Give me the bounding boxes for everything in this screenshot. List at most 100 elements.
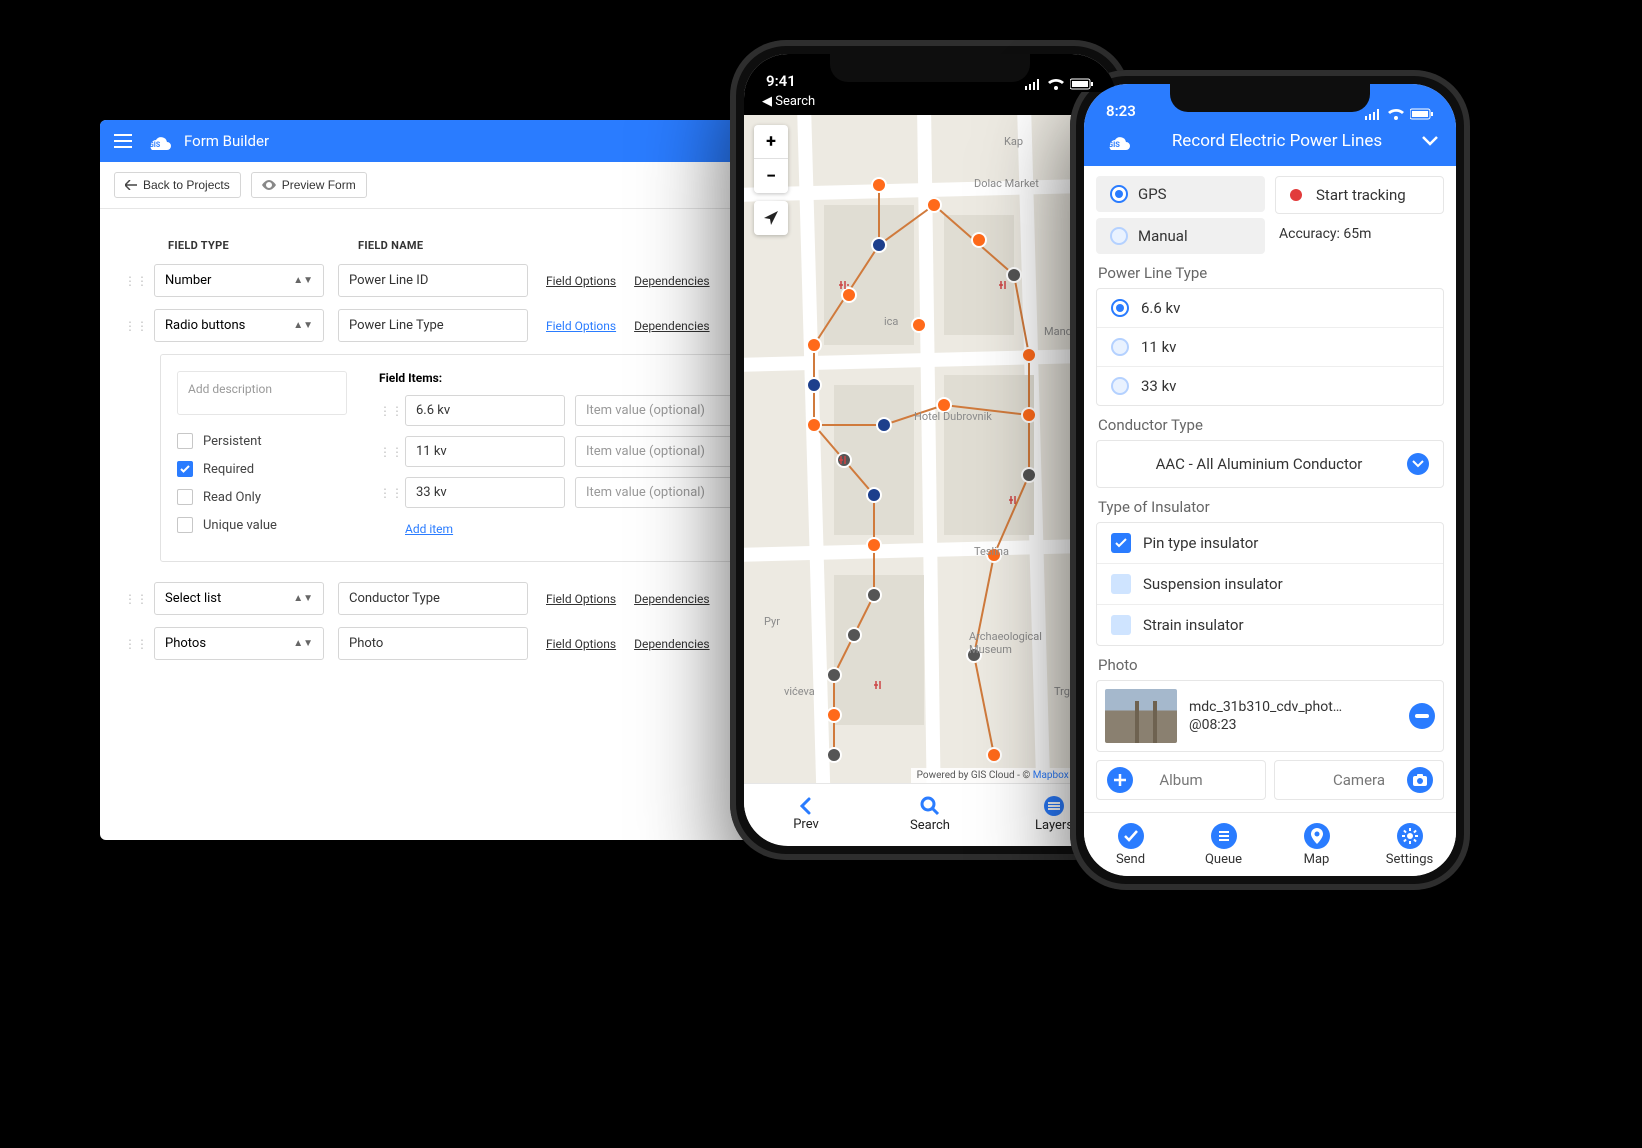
remove-photo-button[interactable] (1409, 703, 1435, 729)
field-type-select[interactable]: Number ▲▼ (154, 264, 324, 297)
unique-checkbox[interactable]: Unique value (177, 517, 347, 533)
power-line-type-radio-group: 6.6 kv 11 kv 33 kv (1096, 288, 1444, 406)
zoom-in-button[interactable]: + (754, 125, 788, 159)
radio-off-icon (1110, 227, 1128, 245)
insulator-option[interactable]: Suspension insulator (1097, 564, 1443, 605)
wifi-icon (1048, 78, 1064, 90)
gps-option[interactable]: GPS (1096, 176, 1265, 212)
chevron-left-icon (797, 797, 815, 815)
radio-on-icon (1110, 185, 1128, 203)
persistent-checkbox[interactable]: Persistent (177, 433, 347, 449)
signal-icon (1024, 78, 1042, 90)
mapbox-link[interactable]: Mapbox (1033, 770, 1069, 781)
item-label-input[interactable]: 33 kv (405, 477, 565, 508)
map-label: Hotel Dubrovnik (914, 410, 992, 423)
sort-caret-icon: ▲▼ (293, 638, 313, 649)
insulator-option[interactable]: Pin type insulator (1097, 523, 1443, 564)
dependencies-link[interactable]: Dependencies (634, 592, 709, 606)
header-title: Form Builder (184, 132, 269, 150)
map-label: ica (884, 315, 898, 328)
field-options-link[interactable]: Field Options (546, 274, 616, 288)
item-value-input[interactable]: Item value (optional) (575, 395, 755, 426)
signal-icon (1364, 108, 1382, 120)
accuracy-text: Accuracy: 65m (1275, 220, 1444, 242)
map-tab[interactable]: Map (1270, 813, 1363, 876)
start-tracking-button[interactable]: Start tracking (1275, 176, 1444, 214)
conductor-type-select[interactable]: AAC - All Aluminium Conductor (1096, 440, 1444, 488)
field-type-select[interactable]: Radio buttons ▲▼ (154, 309, 324, 342)
plus-icon (1107, 767, 1133, 793)
album-button[interactable]: Album (1096, 760, 1266, 800)
item-value-input[interactable]: Item value (optional) (575, 436, 755, 467)
field-name-input[interactable]: Power Line ID (338, 264, 528, 297)
plt-option[interactable]: 11 kv (1097, 328, 1443, 367)
zoom-out-button[interactable]: − (754, 159, 788, 193)
map-canvas[interactable]: + − (744, 115, 1116, 783)
drag-handle-icon[interactable]: ⋮⋮ (379, 486, 395, 500)
field-options-link[interactable]: Field Options (546, 319, 616, 333)
back-to-projects-button[interactable]: Back to Projects (114, 172, 241, 198)
battery-icon (1410, 108, 1434, 120)
wifi-icon (1388, 108, 1404, 120)
camera-button[interactable]: Camera (1274, 760, 1444, 800)
chevron-down-icon[interactable] (1422, 136, 1438, 146)
drag-handle-icon[interactable]: ⋮⋮ (379, 445, 395, 459)
map-label: Dolac Market (974, 177, 1039, 190)
checkbox-off-icon (1111, 615, 1131, 635)
phone-notch (830, 54, 1030, 82)
drag-handle-icon[interactable]: ⋮⋮ (379, 404, 395, 418)
status-time: 9:41 (766, 72, 796, 90)
form-screen-header: GIS Record Electric Power Lines (1084, 122, 1456, 166)
back-search-link[interactable]: ◀ Search (744, 92, 1116, 115)
field-type-select[interactable]: Select list ▲▼ (154, 582, 324, 615)
dependencies-link[interactable]: Dependencies (634, 637, 709, 651)
gear-icon (1397, 823, 1423, 849)
chevron-down-icon (1407, 453, 1429, 475)
checkbox-off-icon (1111, 574, 1131, 594)
field-options-link[interactable]: Field Options (546, 592, 616, 606)
locate-button[interactable] (754, 201, 788, 235)
phone-notch (1170, 84, 1370, 112)
dependencies-link[interactable]: Dependencies (634, 319, 709, 333)
dependencies-link[interactable]: Dependencies (634, 274, 709, 288)
field-name-input[interactable]: Power Line Type (338, 309, 528, 342)
required-checkbox[interactable]: Required (177, 461, 347, 477)
record-icon (1290, 189, 1302, 201)
pin-icon (1304, 823, 1330, 849)
plt-option[interactable]: 33 kv (1097, 367, 1443, 405)
settings-tab[interactable]: Settings (1363, 813, 1456, 876)
drag-handle-icon[interactable]: ⋮⋮ (124, 274, 144, 288)
svg-text:GIS: GIS (1108, 140, 1120, 149)
add-item-link[interactable]: Add item (405, 522, 453, 536)
map-svg (744, 115, 1116, 783)
queue-tab[interactable]: Queue (1177, 813, 1270, 876)
prev-tab[interactable]: Prev (744, 784, 868, 845)
section-label: Photo (1098, 656, 1442, 674)
plt-option[interactable]: 6.6 kv (1097, 289, 1443, 328)
arrow-left-icon (125, 180, 137, 190)
manual-option[interactable]: Manual (1096, 218, 1265, 254)
drag-handle-icon[interactable]: ⋮⋮ (124, 637, 144, 651)
field-name-input[interactable]: Photo (338, 627, 528, 660)
menu-icon[interactable] (114, 134, 132, 148)
description-textarea[interactable]: Add description (177, 371, 347, 415)
field-type-select[interactable]: Photos ▲▼ (154, 627, 324, 660)
insulator-option[interactable]: Strain insulator (1097, 605, 1443, 645)
drag-handle-icon[interactable]: ⋮⋮ (124, 592, 144, 606)
search-tab[interactable]: Search (868, 784, 992, 845)
item-value-input[interactable]: Item value (optional) (575, 477, 755, 508)
svg-text:GIS: GIS (149, 141, 161, 149)
field-options-link[interactable]: Field Options (546, 637, 616, 651)
preview-form-button[interactable]: Preview Form (251, 172, 367, 198)
photo-timestamp: @08:23 (1189, 716, 1397, 734)
send-tab[interactable]: Send (1084, 813, 1177, 876)
map-label: vićeva (784, 685, 815, 698)
item-label-input[interactable]: 11 kv (405, 436, 565, 467)
radio-off-icon (1111, 338, 1129, 356)
map-label: Teslina (974, 545, 1009, 558)
readonly-checkbox[interactable]: Read Only (177, 489, 347, 505)
drag-handle-icon[interactable]: ⋮⋮ (124, 319, 144, 333)
item-label-input[interactable]: 6.6 kv (405, 395, 565, 426)
field-name-input[interactable]: Conductor Type (338, 582, 528, 615)
photo-thumbnail[interactable] (1105, 689, 1177, 743)
